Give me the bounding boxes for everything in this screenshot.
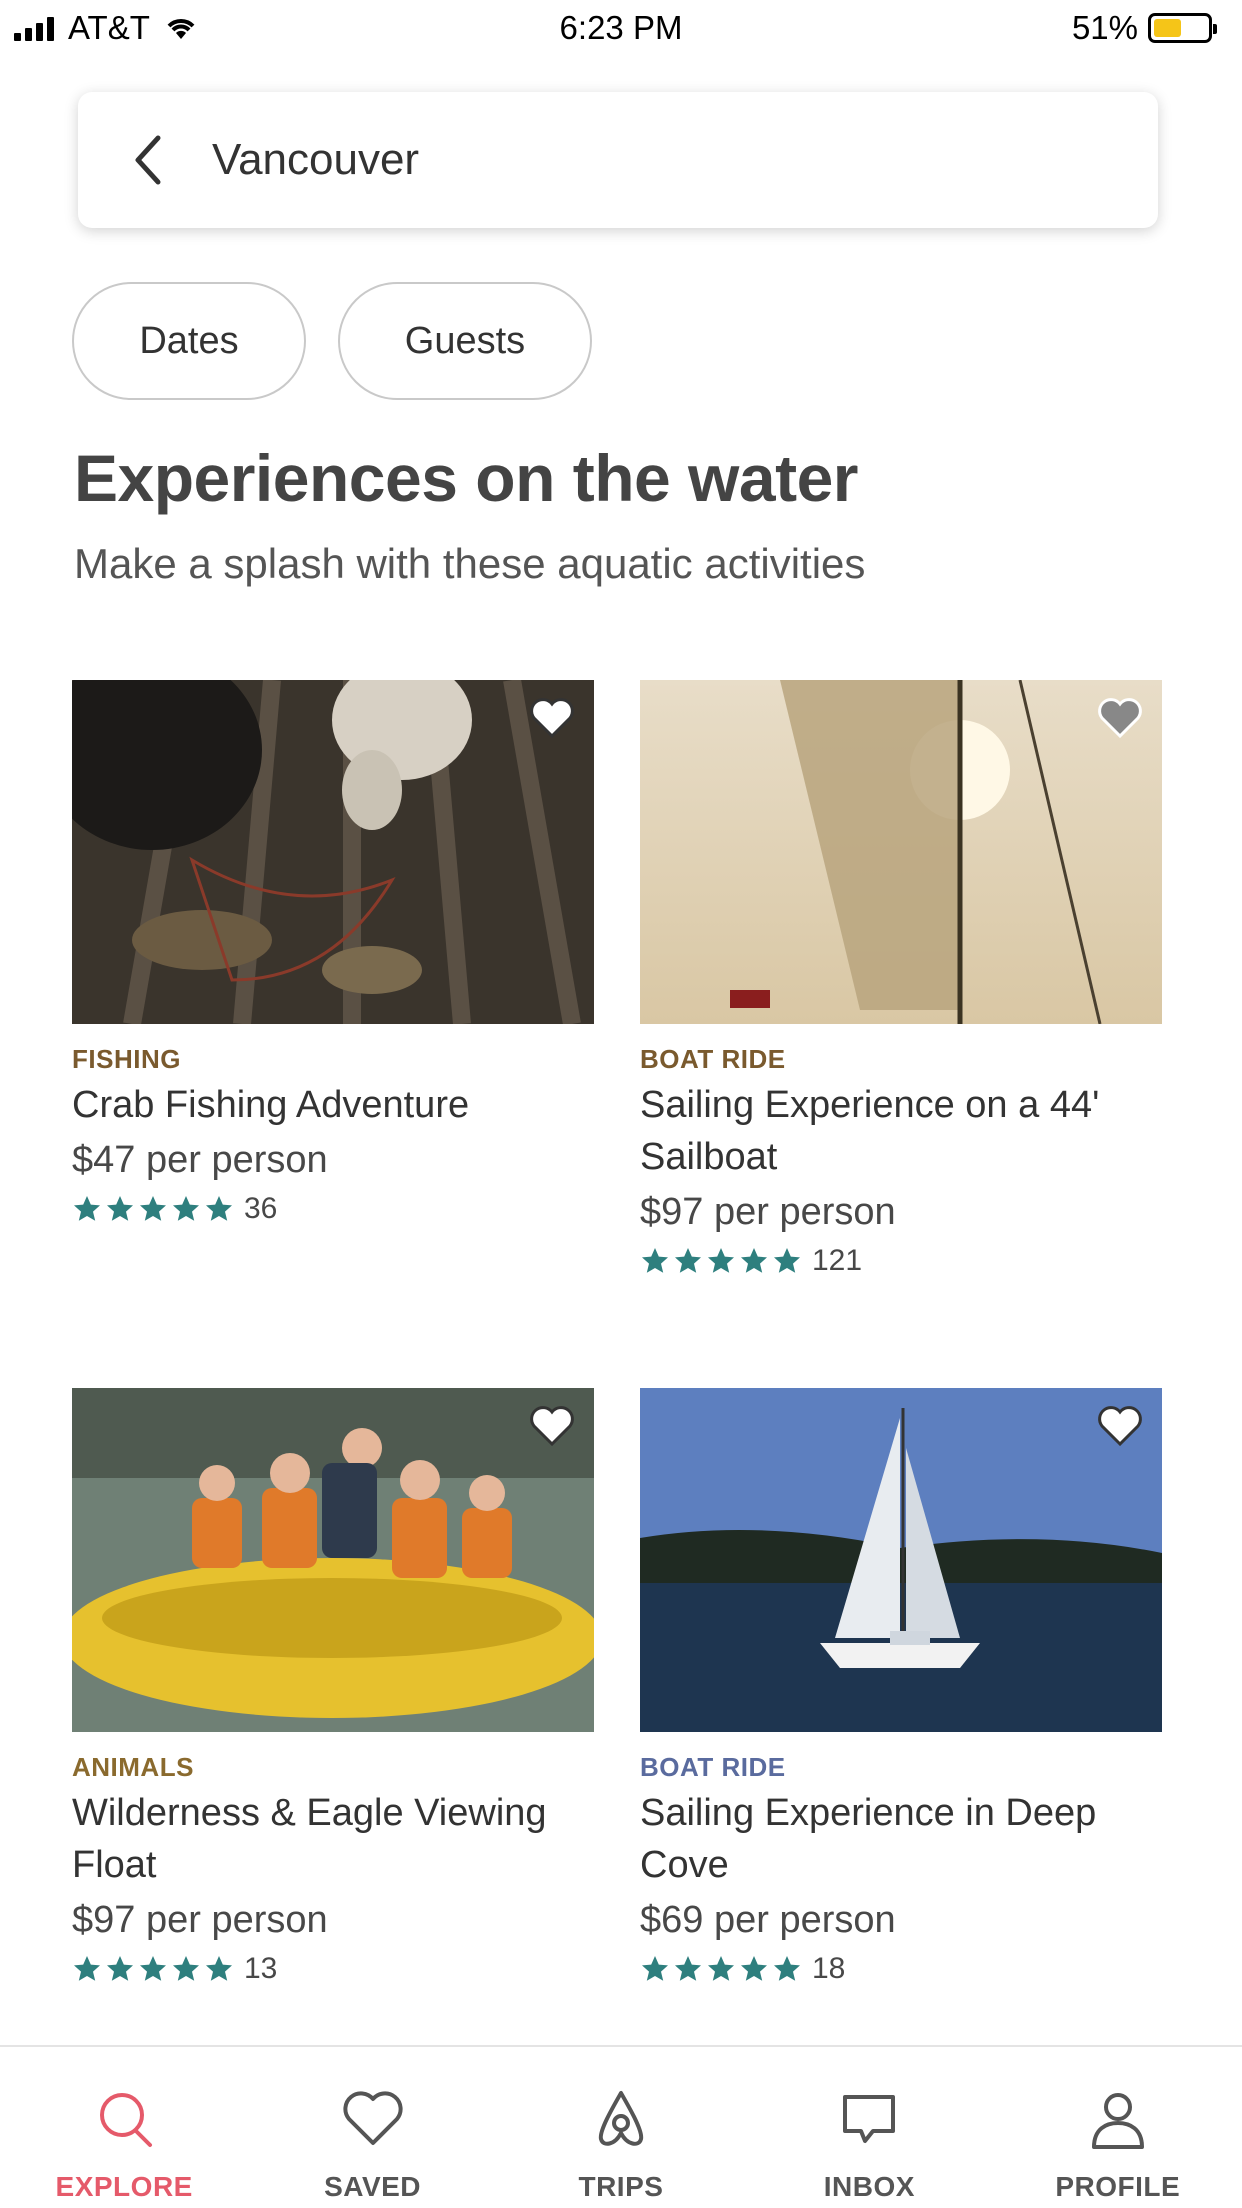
rafting-photo[interactable]: [72, 1388, 594, 1732]
search-icon: [100, 2093, 153, 2147]
star-rating: [640, 1954, 802, 1984]
user-icon: [1091, 2093, 1144, 2149]
card-category: ANIMALS: [72, 1752, 194, 1782]
star-icon: [642, 1248, 668, 1273]
dates-button[interactable]: Dates: [72, 282, 306, 400]
star-icon: [206, 1196, 232, 1221]
card-category: BOAT RIDE: [640, 1752, 786, 1782]
tab-trips[interactable]: TRIPS: [516, 2047, 726, 2208]
battery-percent: 51%: [1071, 9, 1138, 46]
heart-icon[interactable]: [1096, 696, 1144, 740]
signal-icon: [14, 15, 54, 41]
dates-label: Dates: [139, 319, 239, 362]
heart-icon[interactable]: [528, 696, 576, 740]
card-title[interactable]: Wilderness & Eagle Viewing Float: [72, 1787, 594, 1891]
sailboat-photo[interactable]: [640, 680, 1162, 1024]
card-price: $47 per person: [72, 1139, 328, 1181]
star-icon: [74, 1956, 100, 1981]
search-field[interactable]: Vancouver: [78, 92, 1158, 228]
card-title[interactable]: Sailing Experience in Deep Cove: [640, 1787, 1162, 1891]
tab-label: PROFILE: [1055, 2171, 1181, 2202]
guests-label: Guests: [404, 319, 526, 362]
card-rating: 36: [72, 1192, 594, 1226]
clock: 6:23 PM: [559, 9, 683, 46]
card-category: FISHING: [72, 1044, 181, 1074]
tab-label: TRIPS: [578, 2171, 664, 2202]
airbnb-logo-icon: [598, 2091, 644, 2146]
review-count: 13: [244, 1952, 278, 1985]
status-bar: AT&T 6:23 PM 51%: [0, 0, 1242, 56]
star-icon: [675, 1956, 701, 1981]
card-price: $97 per person: [640, 1191, 896, 1233]
tab-label: SAVED: [324, 2171, 422, 2202]
crab-fishing-photo[interactable]: [72, 680, 594, 1024]
tab-label: INBOX: [823, 2171, 915, 2202]
star-icon: [675, 1248, 701, 1273]
star-icon: [107, 1196, 133, 1221]
star-icon: [642, 1956, 668, 1981]
card-rating: 13: [72, 1952, 594, 1986]
review-count: 18: [812, 1952, 846, 1985]
card-title[interactable]: Sailing Experience on a 44' Sailboat: [640, 1079, 1162, 1183]
card-rating: 121: [640, 1244, 1162, 1278]
experience-card[interactable]: ANIMALS Wilderness & Eagle Viewing Float…: [72, 1388, 594, 1986]
status-left: AT&T: [14, 9, 198, 47]
star-icon: [741, 1248, 767, 1273]
card-rating: 18: [640, 1952, 1162, 1986]
experience-card[interactable]: BOAT RIDE Sailing Experience on a 44' Sa…: [640, 680, 1162, 1278]
star-icon: [774, 1248, 800, 1273]
star-icon: [708, 1956, 734, 1981]
bottom-tab-bar: EXPLORE SAVED TRIPS INBOX PROFILE: [0, 2045, 1242, 2208]
wifi-icon: [167, 19, 195, 39]
star-icon: [107, 1956, 133, 1981]
chat-bubble-icon: [843, 2095, 896, 2143]
star-icon: [140, 1196, 166, 1221]
star-icon: [140, 1956, 166, 1981]
experience-card[interactable]: BOAT RIDE Sailing Experience in Deep Cov…: [640, 1388, 1162, 1986]
card-price: $69 per person: [640, 1899, 896, 1941]
battery-icon: [1148, 13, 1217, 43]
section-title: Experiences on the water: [74, 441, 858, 515]
star-icon: [173, 1196, 199, 1221]
chevron-left-icon[interactable]: [128, 130, 172, 190]
heart-icon[interactable]: [528, 1404, 576, 1448]
search-value[interactable]: Vancouver: [212, 135, 419, 185]
experience-card[interactable]: FISHING Crab Fishing Adventure $47 per p…: [72, 680, 594, 1226]
tab-saved[interactable]: SAVED: [268, 2047, 478, 2208]
star-icon: [206, 1956, 232, 1981]
tab-inbox[interactable]: INBOX: [764, 2047, 974, 2208]
tab-explore[interactable]: EXPLORE: [19, 2047, 229, 2208]
card-title[interactable]: Crab Fishing Adventure: [72, 1079, 594, 1131]
star-rating: [72, 1194, 234, 1224]
guests-button[interactable]: Guests: [338, 282, 592, 400]
card-price: $97 per person: [72, 1899, 328, 1941]
tab-label: EXPLORE: [55, 2171, 193, 2202]
section-subtitle: Make a splash with these aquatic activit…: [74, 540, 866, 587]
review-count: 121: [812, 1244, 863, 1277]
card-category: BOAT RIDE: [640, 1044, 786, 1074]
star-rating: [640, 1246, 802, 1276]
star-icon: [74, 1196, 100, 1221]
star-icon: [708, 1248, 734, 1273]
heart-icon[interactable]: [1096, 1404, 1144, 1448]
deep-cove-sailboat-photo[interactable]: [640, 1388, 1162, 1732]
star-icon: [173, 1956, 199, 1981]
star-rating: [72, 1954, 234, 1984]
battery-fill: [1154, 19, 1181, 37]
heart-icon: [342, 2091, 403, 2145]
review-count: 36: [244, 1192, 278, 1225]
star-icon: [774, 1956, 800, 1981]
tab-profile[interactable]: PROFILE: [1013, 2047, 1223, 2208]
carrier-label: AT&T: [68, 9, 150, 46]
star-icon: [741, 1956, 767, 1981]
status-right: 51%: [1071, 9, 1217, 47]
